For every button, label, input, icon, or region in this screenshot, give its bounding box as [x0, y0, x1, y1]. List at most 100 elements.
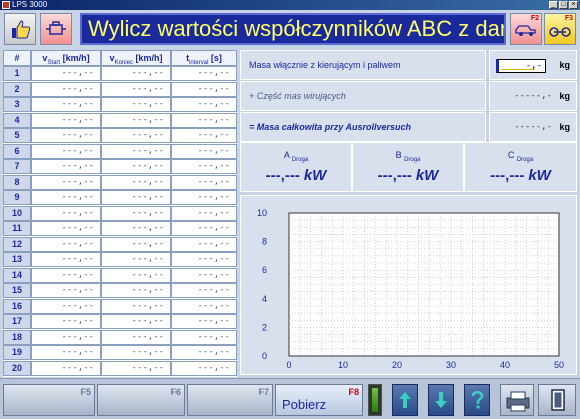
v-start-cell[interactable]: ---,--	[31, 112, 101, 128]
t-interval-cell[interactable]: ---,--	[171, 360, 237, 376]
arrow-up-icon	[399, 392, 411, 408]
v-start-cell[interactable]: ---,--	[31, 267, 101, 283]
v-end-cell[interactable]: ---,--	[101, 143, 171, 159]
v-start-cell[interactable]: ---,--	[31, 66, 101, 81]
x-tick-label: 10	[338, 360, 348, 370]
v-end-cell[interactable]: ---,--	[101, 97, 171, 112]
app-icon	[2, 1, 10, 9]
f3-button[interactable]: F3	[544, 13, 576, 45]
mass-input[interactable]: -,-	[496, 59, 546, 73]
v-start-cell[interactable]: ---,--	[31, 97, 101, 112]
v-end-cell[interactable]: ---,--	[101, 81, 171, 97]
t-interval-cell[interactable]: ---,--	[171, 267, 237, 283]
v-start-cell[interactable]: ---,--	[31, 190, 101, 205]
v-end-cell[interactable]: ---,--	[101, 252, 171, 267]
arrow-down-button[interactable]	[428, 384, 454, 416]
v-start-cell[interactable]: ---,--	[31, 345, 101, 360]
v-start-cell[interactable]: ---,--	[31, 174, 101, 190]
v-end-cell[interactable]: ---,--	[101, 190, 171, 205]
t-interval-cell[interactable]: ---,--	[171, 329, 237, 345]
v-end-cell[interactable]: ---,--	[101, 112, 171, 128]
t-interval-cell[interactable]: ---,--	[171, 81, 237, 97]
data-table: # vStart [km/h] vKoniec [km/h] tinterval…	[3, 50, 237, 377]
v-end-cell[interactable]: ---,--	[101, 283, 171, 298]
t-interval-cell[interactable]: ---,--	[171, 66, 237, 81]
x-tick-label: 50	[554, 360, 564, 370]
v-start-cell[interactable]: ---,--	[31, 205, 101, 221]
printer-button[interactable]	[500, 384, 534, 416]
t-interval-cell[interactable]: ---,--	[171, 128, 237, 143]
v-end-cell[interactable]: ---,--	[101, 345, 171, 360]
v-start-cell[interactable]: ---,--	[31, 159, 101, 174]
t-interval-cell[interactable]: ---,--	[171, 252, 237, 267]
column-header-v-end: vKoniec [km/h]	[101, 50, 171, 66]
t-interval-cell[interactable]: ---,--	[171, 283, 237, 298]
v-end-cell[interactable]: ---,--	[101, 314, 171, 329]
t-interval-cell[interactable]: ---,--	[171, 97, 237, 112]
coefficient-c-name: C	[507, 150, 515, 160]
v-start-cell[interactable]: ---,--	[31, 143, 101, 159]
rotating-mass-label: + Część mas wirujących	[240, 81, 486, 111]
pobierz-button[interactable]: F8 Pobierz	[275, 384, 363, 416]
v-start-cell[interactable]: ---,--	[31, 252, 101, 267]
mass-unit: kg	[559, 60, 570, 70]
column-header-v-start: vStart [km/h]	[31, 50, 101, 66]
f7-button[interactable]: F7	[187, 384, 273, 416]
v-start-cell[interactable]: ---,--	[31, 236, 101, 252]
engine-button[interactable]	[40, 13, 72, 45]
maximize-button[interactable]: □	[559, 1, 568, 9]
v-end-cell[interactable]: ---,--	[101, 298, 171, 314]
t-interval-cell[interactable]: ---,--	[171, 159, 237, 174]
v-start-cell[interactable]: ---,--	[31, 329, 101, 345]
v-end-cell[interactable]: ---,--	[101, 66, 171, 81]
v-end-cell[interactable]: ---,--	[101, 221, 171, 236]
v-start-cell[interactable]: ---,--	[31, 221, 101, 236]
close-button[interactable]: ×	[569, 1, 578, 9]
f2-button[interactable]: F2	[510, 13, 542, 45]
t-interval-cell[interactable]: ---,--	[171, 298, 237, 314]
v-end-cell[interactable]: ---,--	[101, 128, 171, 143]
t-interval-cell[interactable]: ---,--	[171, 205, 237, 221]
t-interval-cell[interactable]: ---,--	[171, 345, 237, 360]
row-number: 14	[3, 267, 31, 283]
car-dyno-icon	[515, 25, 536, 36]
t-interval-cell[interactable]: ---,--	[171, 236, 237, 252]
total-mass-value: -----,-	[514, 122, 552, 132]
t-interval-cell[interactable]: ---,--	[171, 314, 237, 329]
v-start-cell[interactable]: ---,--	[31, 283, 101, 298]
y-tick-label: 2	[262, 322, 267, 332]
v-end-cell[interactable]: ---,--	[101, 329, 171, 345]
t-interval-cell[interactable]: ---,--	[171, 190, 237, 205]
coefficient-b: B Droga ---,--- kW	[352, 142, 464, 192]
v-end-cell[interactable]: ---,--	[101, 159, 171, 174]
t-interval-cell[interactable]: ---,--	[171, 174, 237, 190]
v-end-cell[interactable]: ---,--	[101, 174, 171, 190]
exit-button[interactable]	[538, 384, 576, 416]
v-start-cell[interactable]: ---,--	[31, 360, 101, 376]
mass-value-cell: -,- kg	[489, 50, 577, 80]
v-start-cell[interactable]: ---,--	[31, 128, 101, 143]
thumbs-up-button[interactable]	[4, 13, 36, 45]
f5-button[interactable]: F5	[3, 384, 95, 416]
t-interval-cell[interactable]: ---,--	[171, 143, 237, 159]
t-interval-cell[interactable]: ---,--	[171, 221, 237, 236]
arrow-up-button[interactable]	[392, 384, 418, 416]
row-number: 1	[3, 66, 31, 81]
engine-icon	[46, 21, 66, 35]
f6-key-label: F6	[170, 387, 181, 397]
row-number: 20	[3, 360, 31, 376]
f6-button[interactable]: F6	[97, 384, 185, 416]
v-start-cell[interactable]: ---,--	[31, 298, 101, 314]
v-start-cell[interactable]: ---,--	[31, 314, 101, 329]
v-end-cell[interactable]: ---,--	[101, 360, 171, 376]
chart: 0 10 20 30 40 50 0 2 4 6 8 10	[257, 208, 564, 370]
v-start-cell[interactable]: ---,--	[31, 81, 101, 97]
row-number: 6	[3, 143, 31, 159]
minimize-button[interactable]: _	[549, 1, 558, 9]
v-end-cell[interactable]: ---,--	[101, 236, 171, 252]
coefficient-a: A Droga ---,--- kW	[240, 142, 352, 192]
v-end-cell[interactable]: ---,--	[101, 267, 171, 283]
help-button[interactable]	[464, 384, 490, 416]
v-end-cell[interactable]: ---,--	[101, 205, 171, 221]
t-interval-cell[interactable]: ---,--	[171, 112, 237, 128]
